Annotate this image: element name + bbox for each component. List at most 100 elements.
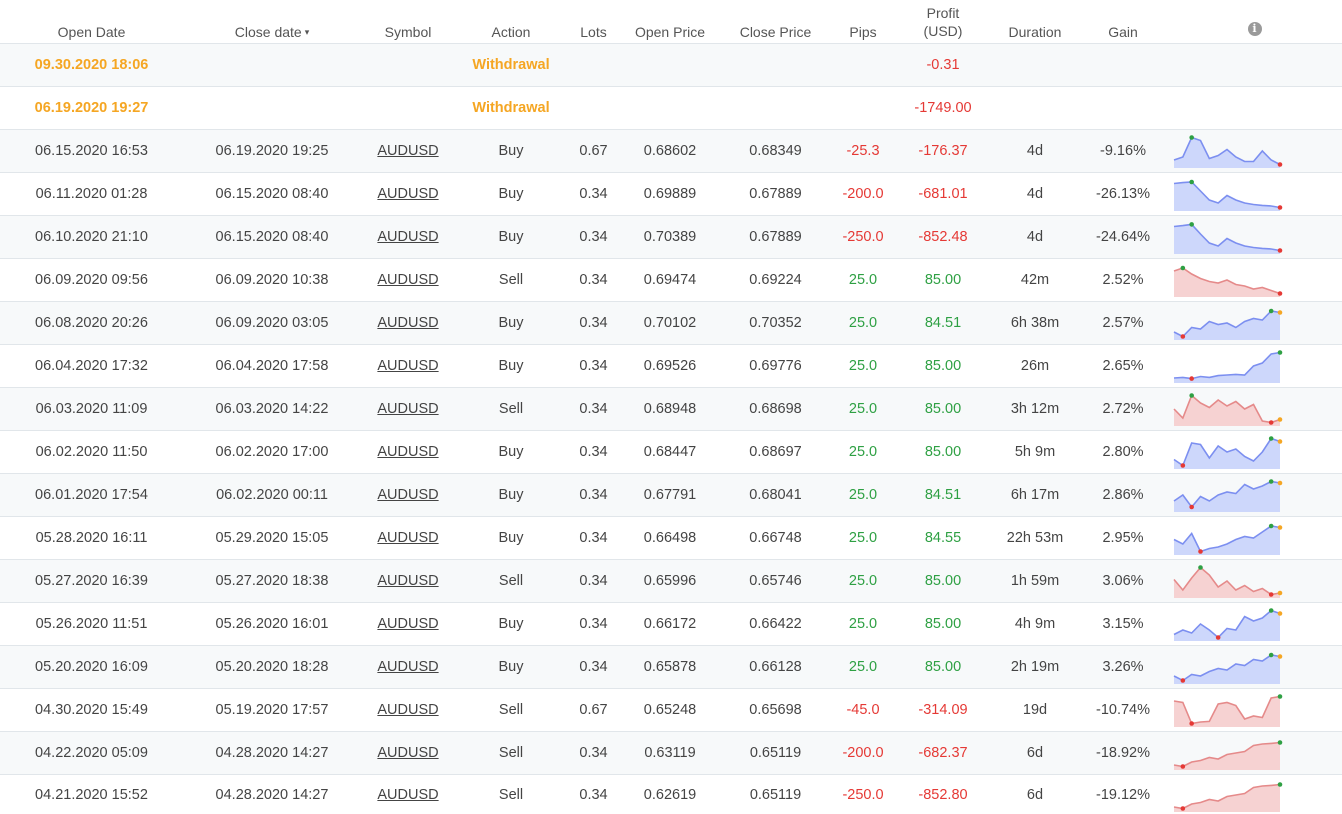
cell-profit: 84.55 (895, 517, 991, 560)
cell-lots: 0.34 (567, 646, 620, 689)
cell-lots: 0.34 (567, 259, 620, 302)
cell-sparkline (1167, 560, 1342, 603)
cell-profit: 85.00 (895, 345, 991, 388)
table-row[interactable]: 04.21.2020 15:5204.28.2020 14:27AUDUSDSe… (0, 775, 1342, 814)
symbol-link[interactable]: AUDUSD (377, 659, 438, 675)
symbol-link[interactable]: AUDUSD (377, 143, 438, 159)
symbol-link[interactable]: AUDUSD (377, 745, 438, 761)
cell-gain: 2.52% (1079, 259, 1167, 302)
cell-symbol: AUDUSD (361, 732, 455, 775)
header-action[interactable]: Action (455, 0, 567, 44)
info-icon[interactable]: i (1248, 22, 1262, 36)
cell-pips: -25.3 (831, 130, 895, 173)
cell-open-date: 05.27.2020 16:39 (0, 560, 183, 603)
withdrawal-row[interactable]: 06.19.2020 19:27Withdrawal-1749.00 (0, 87, 1342, 130)
table-row[interactable]: 05.27.2020 16:3905.27.2020 18:38AUDUSDSe… (0, 560, 1342, 603)
cell-sparkline (1167, 130, 1342, 173)
table-row[interactable]: 06.11.2020 01:2806.15.2020 08:40AUDUSDBu… (0, 173, 1342, 216)
header-duration[interactable]: Duration (991, 0, 1079, 44)
cell-gain: -19.12% (1079, 775, 1167, 814)
header-symbol[interactable]: Symbol (361, 0, 455, 44)
symbol-link[interactable]: AUDUSD (377, 186, 438, 202)
cell-pips: -200.0 (831, 732, 895, 775)
cell-open-date: 06.10.2020 21:10 (0, 216, 183, 259)
cell-action: Sell (455, 775, 567, 814)
cell-lots: 0.34 (567, 732, 620, 775)
cell-pips: 25.0 (831, 560, 895, 603)
symbol-link[interactable]: AUDUSD (377, 573, 438, 589)
header-open-price[interactable]: Open Price (620, 0, 720, 44)
header-info[interactable]: i (1167, 0, 1342, 44)
cell-sparkline (1167, 474, 1342, 517)
cell-close-date: 05.27.2020 18:38 (183, 560, 361, 603)
header-lots[interactable]: Lots (567, 0, 620, 44)
header-close-date[interactable]: Close date▾ (183, 0, 361, 44)
symbol-link[interactable]: AUDUSD (377, 229, 438, 245)
cell-symbol: AUDUSD (361, 474, 455, 517)
table-row[interactable]: 06.01.2020 17:5406.02.2020 00:11AUDUSDBu… (0, 474, 1342, 517)
table-row[interactable]: 06.02.2020 11:5006.02.2020 17:00AUDUSDBu… (0, 431, 1342, 474)
symbol-link[interactable]: AUDUSD (377, 315, 438, 331)
cell-open-date: 09.30.2020 18:06 (0, 44, 183, 87)
symbol-link[interactable]: AUDUSD (377, 272, 438, 288)
cell-open-price: 0.66172 (620, 603, 720, 646)
cell-lots: 0.34 (567, 173, 620, 216)
symbol-link[interactable]: AUDUSD (377, 702, 438, 718)
symbol-link[interactable]: AUDUSD (377, 616, 438, 632)
header-gain[interactable]: Gain (1079, 0, 1167, 44)
cell-duration (991, 87, 1079, 130)
cell-close-price: 0.65746 (720, 560, 831, 603)
sparkline-area (1174, 784, 1280, 812)
trade-sparkline (1171, 133, 1283, 169)
symbol-link[interactable]: AUDUSD (377, 358, 438, 374)
cell-duration: 4d (991, 173, 1079, 216)
cell-duration: 5h 9m (991, 431, 1079, 474)
cell-open-price: 0.65996 (620, 560, 720, 603)
cell-action: Buy (455, 173, 567, 216)
symbol-link[interactable]: AUDUSD (377, 401, 438, 417)
header-close-price[interactable]: Close Price (720, 0, 831, 44)
trade-sparkline (1171, 692, 1283, 728)
cell-close-date: 05.26.2020 16:01 (183, 603, 361, 646)
table-row[interactable]: 05.26.2020 11:5105.26.2020 16:01AUDUSDBu… (0, 603, 1342, 646)
sparkline-min-marker (1216, 635, 1221, 640)
sparkline-max-marker (1278, 694, 1283, 699)
trade-sparkline (1171, 735, 1283, 771)
cell-action: Withdrawal (455, 44, 567, 87)
sparkline-max-marker (1189, 180, 1194, 185)
cell-close-price: 0.66422 (720, 603, 831, 646)
header-profit[interactable]: Profit(USD) (895, 0, 991, 44)
cell-duration: 19d (991, 689, 1079, 732)
table-row[interactable]: 05.28.2020 16:1105.29.2020 15:05AUDUSDBu… (0, 517, 1342, 560)
cell-lots: 0.67 (567, 689, 620, 732)
cell-profit: 84.51 (895, 302, 991, 345)
cell-close-date: 06.09.2020 10:38 (183, 259, 361, 302)
table-row[interactable]: 05.20.2020 16:0905.20.2020 18:28AUDUSDBu… (0, 646, 1342, 689)
table-row[interactable]: 06.08.2020 20:2606.09.2020 03:05AUDUSDBu… (0, 302, 1342, 345)
symbol-link[interactable]: AUDUSD (377, 487, 438, 503)
cell-close-date: 06.19.2020 19:25 (183, 130, 361, 173)
cell-pips: 25.0 (831, 388, 895, 431)
sparkline-max-marker (1189, 393, 1194, 398)
symbol-link[interactable]: AUDUSD (377, 530, 438, 546)
cell-duration: 6d (991, 775, 1079, 814)
cell-action: Sell (455, 732, 567, 775)
table-row[interactable]: 06.03.2020 11:0906.03.2020 14:22AUDUSDSe… (0, 388, 1342, 431)
cell-sparkline (1167, 517, 1342, 560)
cell-duration (991, 44, 1079, 87)
cell-close-date: 06.15.2020 08:40 (183, 216, 361, 259)
table-row[interactable]: 06.04.2020 17:3206.04.2020 17:58AUDUSDBu… (0, 345, 1342, 388)
table-row[interactable]: 06.09.2020 09:5606.09.2020 10:38AUDUSDSe… (0, 259, 1342, 302)
cell-close-price: 0.65119 (720, 775, 831, 814)
cell-pips: 25.0 (831, 259, 895, 302)
symbol-link[interactable]: AUDUSD (377, 787, 438, 803)
table-row[interactable]: 06.10.2020 21:1006.15.2020 08:40AUDUSDBu… (0, 216, 1342, 259)
header-pips[interactable]: Pips (831, 0, 895, 44)
withdrawal-row[interactable]: 09.30.2020 18:06Withdrawal-0.31 (0, 44, 1342, 87)
sparkline-min-marker (1278, 248, 1283, 253)
symbol-link[interactable]: AUDUSD (377, 444, 438, 460)
header-open-date[interactable]: Open Date (0, 0, 183, 44)
table-row[interactable]: 06.15.2020 16:5306.19.2020 19:25AUDUSDBu… (0, 130, 1342, 173)
table-row[interactable]: 04.22.2020 05:0904.28.2020 14:27AUDUSDSe… (0, 732, 1342, 775)
table-row[interactable]: 04.30.2020 15:4905.19.2020 17:57AUDUSDSe… (0, 689, 1342, 732)
